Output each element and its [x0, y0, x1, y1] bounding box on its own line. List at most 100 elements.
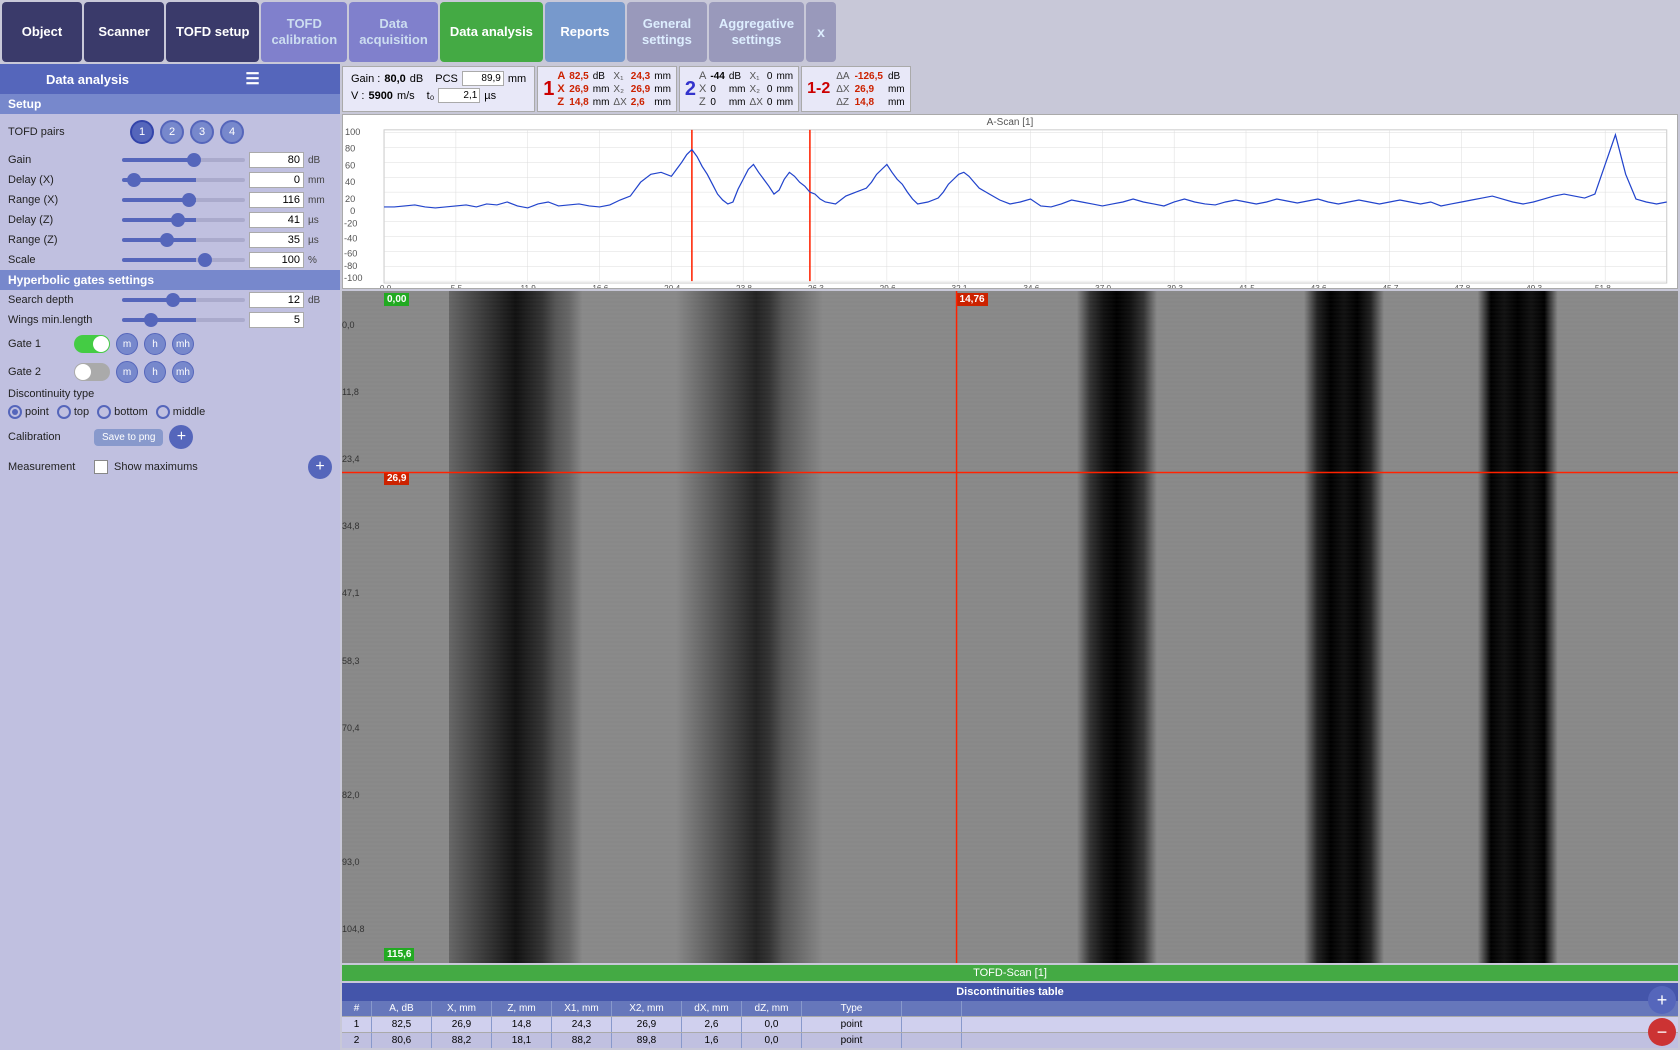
t0-input[interactable]	[438, 88, 480, 103]
cursor12-number: 1-2	[807, 80, 830, 98]
tofd-pair-3[interactable]: 3	[190, 120, 214, 144]
scale-input[interactable]: 100	[249, 252, 304, 268]
gain-label: Gain	[8, 154, 118, 166]
range-z-slider[interactable]	[122, 238, 245, 242]
nav-aggregative-settings[interactable]: Aggregative settings	[709, 2, 804, 62]
table-row[interactable]: 2 80,6 88,2 18,1 88,2 89,8 1,6 0,0 point	[342, 1032, 1678, 1048]
gate1-m-btn[interactable]: m	[116, 333, 138, 355]
delay-z-input[interactable]: 41	[249, 212, 304, 228]
cursor1-number: 1	[543, 78, 554, 101]
svg-text:-40: -40	[344, 234, 357, 244]
scale-row: Scale 100 %	[0, 250, 340, 270]
disc-table-header: # A, dB X, mm Z, mm X1, mm X2, mm dX, mm…	[342, 1001, 1678, 1016]
tofd-pair-2[interactable]: 2	[160, 120, 184, 144]
gate1-h-btn[interactable]: h	[144, 333, 166, 355]
delay-z-row: Delay (Z) 41 µs	[0, 210, 340, 230]
gate1-mh-btn[interactable]: mh	[172, 333, 194, 355]
scroll-up-button[interactable]: +	[1648, 986, 1676, 1014]
row2-dx: 1,6	[682, 1033, 742, 1048]
right-panel: Gain : 80,0 dB PCS mm V : 5900 m/s t₀ µs	[340, 64, 1680, 1050]
nav-close[interactable]: x	[806, 2, 836, 62]
cursor12-da-val: -126,5	[855, 71, 883, 82]
svg-text:-60: -60	[344, 249, 357, 259]
save-png-button[interactable]: Save to png	[94, 429, 163, 446]
col-x2-mm: X2, mm	[612, 1001, 682, 1016]
disc-top[interactable]: top	[57, 405, 89, 419]
range-z-input[interactable]: 35	[249, 232, 304, 248]
gate2-mh-btn[interactable]: mh	[172, 361, 194, 383]
row1-type: point	[802, 1017, 902, 1032]
svg-text:20: 20	[345, 194, 355, 204]
cursor2-dx-val: 0	[767, 97, 773, 108]
disc-point[interactable]: point	[8, 405, 49, 419]
svg-text:5,5: 5,5	[451, 284, 463, 288]
pcs-input[interactable]	[462, 71, 504, 86]
measurement-add-button[interactable]: +	[308, 455, 332, 479]
gate2-label: Gate 2	[8, 366, 68, 378]
disc-point-label: point	[25, 406, 49, 418]
ascan-container[interactable]: A-Scan [1] 1 2 100 80 60 40 20 0 -20	[342, 114, 1678, 289]
search-depth-input[interactable]: 12	[249, 292, 304, 308]
scroll-buttons: + −	[1644, 982, 1680, 1050]
measurement-row: Measurement Show maximums +	[0, 452, 340, 482]
delay-z-slider[interactable]	[122, 218, 245, 222]
delay-x-row: Delay (X) 0 mm	[0, 170, 340, 190]
calibration-add-button[interactable]: +	[169, 425, 193, 449]
gain-slider[interactable]	[122, 158, 245, 162]
gate2-h-btn[interactable]: h	[144, 361, 166, 383]
gate2-toggle[interactable]	[74, 363, 110, 381]
tofd-pair-4[interactable]: 4	[220, 120, 244, 144]
delay-x-slider[interactable]	[122, 178, 245, 182]
disc-bottom[interactable]: bottom	[97, 405, 148, 419]
scale-slider[interactable]	[122, 258, 245, 262]
measurement-bar-area: Gain : 80,0 dB PCS mm V : 5900 m/s t₀ µs	[342, 66, 1678, 112]
wings-length-slider[interactable]	[122, 318, 245, 322]
range-x-input[interactable]: 116	[249, 192, 304, 208]
tofd-pair-1[interactable]: 1	[130, 120, 154, 144]
gate2-m-btn[interactable]: m	[116, 361, 138, 383]
panel-title: Data analysis	[5, 72, 170, 87]
delay-z-unit: µs	[308, 215, 332, 226]
table-row[interactable]: 1 82,5 26,9 14,8 24,3 26,9 2,6 0,0 point	[342, 1016, 1678, 1032]
nav-data-acquisition[interactable]: Data acquisition	[349, 2, 438, 62]
left-panel: Data analysis ☰ Setup TOFD pairs 1 2 3 4…	[0, 64, 340, 1050]
disc-bottom-label: bottom	[114, 406, 148, 418]
svg-text:23,8: 23,8	[736, 284, 752, 288]
gate1-toggle[interactable]	[74, 335, 110, 353]
range-x-slider[interactable]	[122, 198, 245, 202]
row1-a: 82,5	[372, 1017, 432, 1032]
nav-data-analysis[interactable]: Data analysis	[440, 2, 543, 62]
row2-x2: 89,8	[612, 1033, 682, 1048]
search-depth-slider[interactable]	[122, 298, 245, 302]
cursor2-x1-val: 0	[767, 71, 773, 82]
hamburger-icon[interactable]: ☰	[170, 69, 335, 89]
nav-object[interactable]: Object	[2, 2, 82, 62]
gain-label-display: Gain :	[351, 73, 380, 85]
row1-dz: 0,0	[742, 1017, 802, 1032]
delay-x-input[interactable]: 0	[249, 172, 304, 188]
show-max-checkbox[interactable]	[94, 460, 108, 474]
row1-num: 1	[342, 1017, 372, 1032]
delay-z-label: Delay (Z)	[8, 214, 118, 226]
ascan-title: A-Scan [1]	[987, 117, 1034, 128]
disc-middle-label: middle	[173, 406, 205, 418]
svg-text:29,6: 29,6	[880, 284, 896, 288]
nav-tofd-calibration[interactable]: TOFD calibration	[261, 2, 347, 62]
nav-reports[interactable]: Reports	[545, 2, 625, 62]
cursor1-x2-val: 26,9	[631, 84, 650, 95]
nav-tofd-setup[interactable]: TOFD setup	[166, 2, 259, 62]
cursor1-z-letter: Z	[557, 96, 565, 108]
disc-type-label-row: Discontinuity type	[0, 386, 340, 402]
disc-middle[interactable]: middle	[156, 405, 205, 419]
gain-input[interactable]: 80	[249, 152, 304, 168]
cursor2-z-letter: Z	[699, 96, 706, 108]
wings-length-input[interactable]: 5	[249, 312, 304, 328]
gain-info-box: Gain : 80,0 dB PCS mm V : 5900 m/s t₀ µs	[342, 66, 535, 112]
cursor2-number: 2	[685, 78, 696, 101]
nav-scanner[interactable]: Scanner	[84, 2, 164, 62]
scroll-down-button[interactable]: −	[1648, 1018, 1676, 1046]
nav-general-settings[interactable]: General settings	[627, 2, 707, 62]
svg-text:16,6: 16,6	[592, 284, 608, 288]
row2-z: 18,1	[492, 1033, 552, 1048]
tofd-scan-label: TOFD-Scan [1]	[342, 965, 1678, 981]
